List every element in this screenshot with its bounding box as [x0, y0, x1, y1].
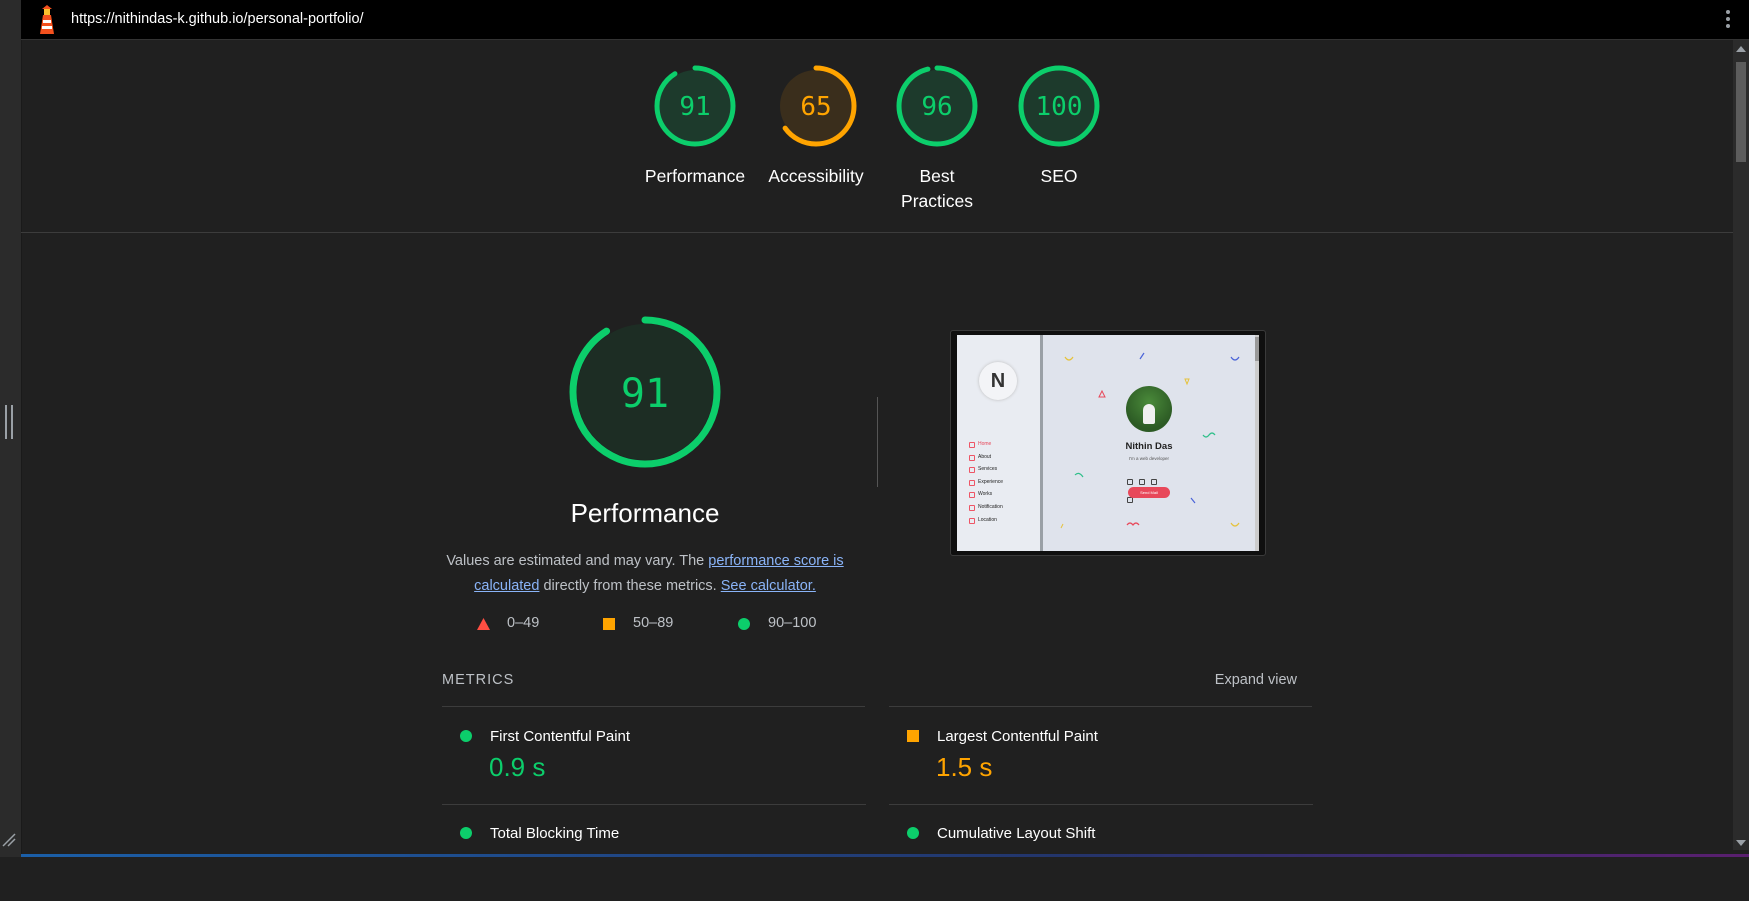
performance-score: 91: [621, 371, 669, 417]
gauge-score: 100: [1036, 92, 1083, 122]
pass-circle-icon: [907, 827, 919, 839]
gauge-best-practices[interactable]: 96 Best Practices: [877, 64, 997, 214]
metric-first-contentful-paint[interactable]: First Contentful Paint 0.9 s: [442, 708, 866, 805]
scroll-up-icon[interactable]: [1736, 46, 1746, 52]
metric-value: 0.9 s: [489, 752, 546, 782]
screenshot-send-button: Send Mail: [1128, 487, 1170, 498]
gauge-score: 65: [800, 92, 831, 122]
legend-average: 50–89: [603, 615, 673, 631]
screenshot-avatar: [1126, 386, 1172, 432]
metric-total-blocking-time[interactable]: Total Blocking Time: [442, 805, 866, 901]
vertical-divider: [877, 397, 878, 487]
metrics-header: METRICS Expand view: [442, 670, 1312, 708]
gauge-performance[interactable]: 91 Performance: [635, 64, 755, 189]
page-screenshot[interactable]: N Home About Services Experience Works N…: [950, 330, 1266, 556]
metrics-title: METRICS: [442, 672, 515, 688]
performance-description: Values are estimated and may vary. The p…: [446, 553, 844, 594]
metric-largest-contentful-paint[interactable]: Largest Contentful Paint 1.5 s: [889, 708, 1313, 805]
report-url[interactable]: https://nithindas-k.github.io/personal-p…: [71, 11, 364, 27]
scroll-thumb[interactable]: [1736, 62, 1746, 162]
lighthouse-icon: [40, 5, 54, 34]
gauge-label-line2: Practices: [901, 191, 973, 211]
legend-fail: 0–49: [477, 615, 539, 631]
gauge-best-practices-ring: 96: [896, 65, 978, 147]
gauge-label: Best Practices: [877, 164, 997, 214]
scroll-down-icon[interactable]: [1736, 840, 1746, 846]
gauge-score: 96: [921, 92, 952, 122]
gauge-label-line1: Best: [919, 166, 955, 186]
gauge-seo[interactable]: 100 SEO: [999, 64, 1119, 189]
performance-big-gauge: 91: [569, 316, 721, 468]
legend-pass: 90–100: [738, 615, 816, 631]
metric-label: Cumulative Layout Shift: [937, 825, 1096, 842]
circle-icon: [738, 618, 750, 630]
corner-resize-icon[interactable]: [2, 833, 16, 847]
triangle-icon: [477, 618, 490, 630]
screenshot-socials: [1127, 472, 1173, 503]
gauge-label: Performance: [644, 166, 746, 186]
pass-circle-icon: [460, 730, 472, 742]
gauge-seo-ring: 100: [1018, 65, 1100, 147]
performance-section: 91 Performance Values are estimated and …: [440, 314, 850, 599]
gauge-accessibility-ring: 65: [775, 65, 857, 147]
square-icon: [603, 618, 615, 630]
screenshot-name: Nithin Das: [1125, 441, 1173, 452]
scores-summary: 91 Performance 65 Accessibility 96 Best …: [21, 40, 1733, 233]
metric-value: 1.5 s: [936, 752, 993, 782]
devtools-left-rail: [0, 0, 22, 857]
performance-title: Performance: [570, 498, 720, 528]
more-options-icon[interactable]: [1725, 10, 1731, 30]
report-topbar: https://nithindas-k.github.io/personal-p…: [21, 0, 1749, 40]
gauge-accessibility[interactable]: 65 Accessibility: [756, 64, 876, 189]
gauge-performance-ring: 91: [654, 65, 736, 147]
metric-label: Largest Contentful Paint: [937, 728, 1098, 745]
see-calculator-link[interactable]: See calculator.: [721, 578, 816, 594]
pass-circle-icon: [460, 827, 472, 839]
page-scrollbar[interactable]: [1733, 40, 1749, 850]
resize-grip[interactable]: [5, 405, 13, 439]
gauge-label: Accessibility: [768, 166, 864, 186]
gauge-score: 91: [679, 92, 710, 122]
screenshot-scrollbar: [1255, 335, 1259, 551]
metric-label: Total Blocking Time: [490, 825, 620, 842]
screenshot-content: N Home About Services Experience Works N…: [957, 335, 1259, 551]
expand-view-toggle[interactable]: Expand view: [1215, 672, 1297, 688]
average-square-icon: [907, 730, 919, 742]
gauge-label: SEO: [1040, 166, 1078, 186]
screenshot-role: I'm a web developer: [1128, 456, 1170, 461]
metric-label: First Contentful Paint: [490, 728, 631, 745]
metric-cumulative-layout-shift[interactable]: Cumulative Layout Shift: [889, 805, 1313, 901]
